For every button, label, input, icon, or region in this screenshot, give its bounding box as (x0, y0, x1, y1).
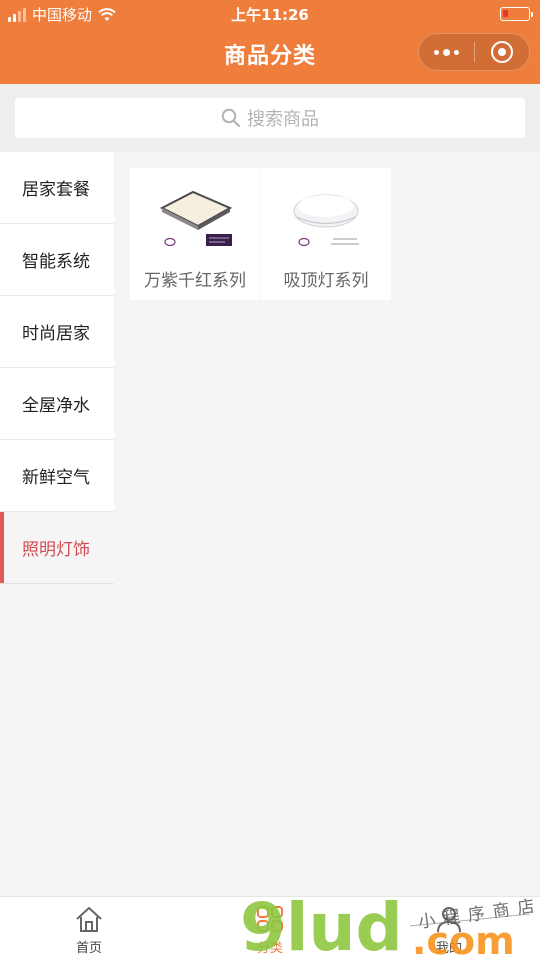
sidebar-item-fashion-home[interactable]: 时尚居家 (0, 296, 114, 368)
battery-icon (500, 7, 533, 21)
tab-category[interactable]: 分类 (225, 905, 315, 956)
product-grid: 万紫千红系列 吸顶灯系列 (114, 152, 540, 896)
sidebar-item-label: 新鲜空气 (22, 468, 90, 488)
tab-mine[interactable]: 我的 (404, 905, 494, 956)
sidebar-item-lighting[interactable]: 照明灯饰 (0, 512, 114, 584)
round-ceiling-lamp-image (293, 194, 359, 247)
status-bar: 中国移动 上午11:26 (0, 0, 540, 28)
product-card[interactable]: 万紫千红系列 (130, 168, 260, 300)
sidebar-item-label: 智能系统 (22, 252, 90, 272)
search-placeholder: 搜索商品 (247, 109, 319, 130)
tab-home[interactable]: 首页 (44, 905, 134, 956)
square-ceiling-lamp-image (159, 190, 233, 247)
nav-bar: 商品分类 (0, 28, 540, 84)
search-bar: 搜索商品 (0, 84, 540, 152)
product-card[interactable]: 吸顶灯系列 (261, 168, 391, 300)
grid-icon (257, 906, 283, 932)
close-mini-program-button[interactable] (475, 34, 529, 70)
tab-label: 分类 (256, 941, 283, 956)
search-input[interactable]: 搜索商品 (15, 98, 525, 138)
sidebar-item-home-package[interactable]: 居家套餐 (0, 152, 114, 224)
tab-bar: 首页 分类 我的 (0, 896, 540, 960)
status-time: 上午11:26 (231, 6, 309, 24)
sidebar-item-label: 时尚居家 (22, 324, 90, 344)
search-icon (221, 108, 241, 128)
mini-program-capsule (418, 33, 530, 71)
more-dots-icon[interactable] (419, 34, 474, 70)
sidebar-item-label: 居家套餐 (22, 180, 90, 200)
tab-label: 我的 (435, 941, 462, 956)
sidebar-item-label: 全屋净水 (22, 396, 90, 416)
circle-target-icon (490, 41, 513, 63)
sidebar-item-fresh-air[interactable]: 新鲜空气 (0, 440, 114, 512)
sidebar-item-water-purification[interactable]: 全屋净水 (0, 368, 114, 440)
product-name: 万紫千红系列 (144, 271, 246, 291)
sidebar-item-label: 照明灯饰 (22, 540, 90, 560)
sidebar-item-smart-system[interactable]: 智能系统 (0, 224, 114, 296)
home-icon (76, 907, 102, 932)
category-sidebar: 居家套餐 智能系统 时尚居家 全屋净水 新鲜空气 照明灯饰 (0, 152, 114, 584)
user-icon (437, 907, 461, 933)
product-name: 吸顶灯系列 (283, 271, 369, 291)
tab-label: 首页 (75, 941, 102, 956)
